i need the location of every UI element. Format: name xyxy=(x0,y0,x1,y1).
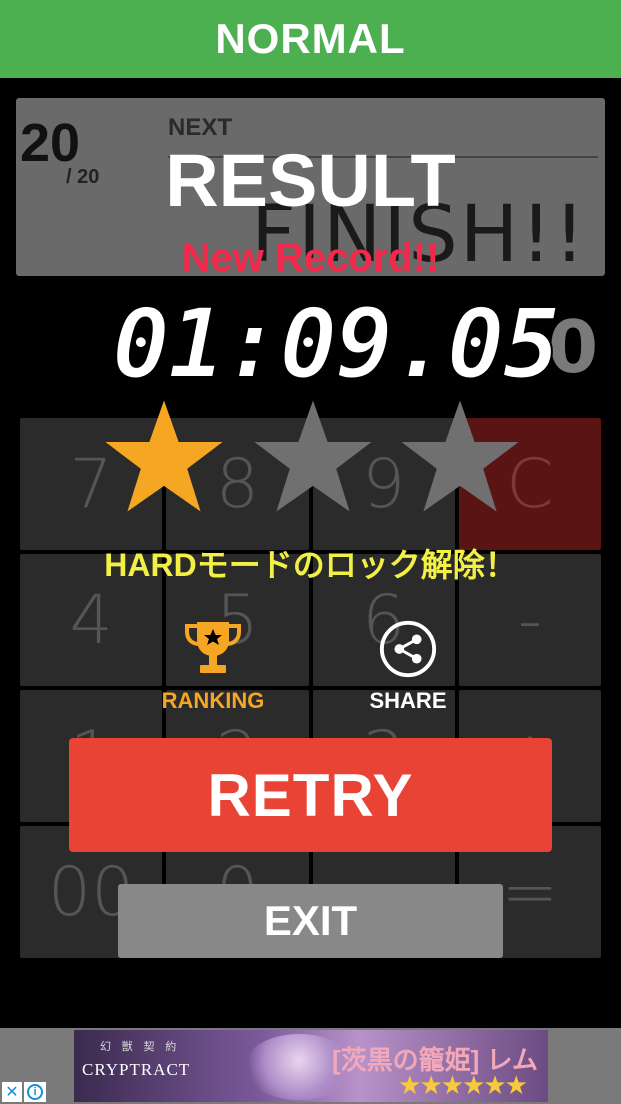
retry-button[interactable]: RETRY xyxy=(69,738,552,852)
ad-brand-sub: 幻 獣 契 約 xyxy=(100,1041,181,1053)
ad-info-icon[interactable]: i xyxy=(24,1082,46,1102)
result-title: RESULT xyxy=(165,139,456,222)
mode-title: NORMAL xyxy=(215,15,406,62)
mode-header: NORMAL xyxy=(0,0,621,78)
ranking-button[interactable]: RANKING xyxy=(150,618,276,718)
ad-banner[interactable]: 幻 獣 契 約 CRYPTRACT [茨黒の籠姫] レム ★★★★★★ xyxy=(0,1028,621,1104)
time-display: 01:09.05 xyxy=(111,287,561,401)
star-1-icon xyxy=(103,398,225,514)
ad-rating: ★★★★★★ xyxy=(398,1070,528,1100)
unlock-message: HARDモードのロック解除！ xyxy=(104,547,517,583)
ad-image[interactable]: 幻 獣 契 約 CRYPTRACT [茨黒の籠姫] レム ★★★★★★ xyxy=(74,1030,548,1102)
new-record-label: New Record!! xyxy=(181,236,440,280)
share-label: SHARE xyxy=(369,688,447,713)
exit-button[interactable]: EXIT xyxy=(118,884,503,958)
star-3-icon xyxy=(399,398,521,514)
star-rating xyxy=(103,398,523,514)
ad-close-icon[interactable]: ✕ xyxy=(2,1082,22,1102)
trophy-icon xyxy=(183,618,243,680)
star-2-icon xyxy=(252,398,374,514)
share-icon xyxy=(378,618,438,680)
share-button[interactable]: SHARE xyxy=(350,618,466,718)
ranking-label: RANKING xyxy=(161,688,265,713)
ad-brand: CRYPTRACT xyxy=(82,1060,191,1079)
